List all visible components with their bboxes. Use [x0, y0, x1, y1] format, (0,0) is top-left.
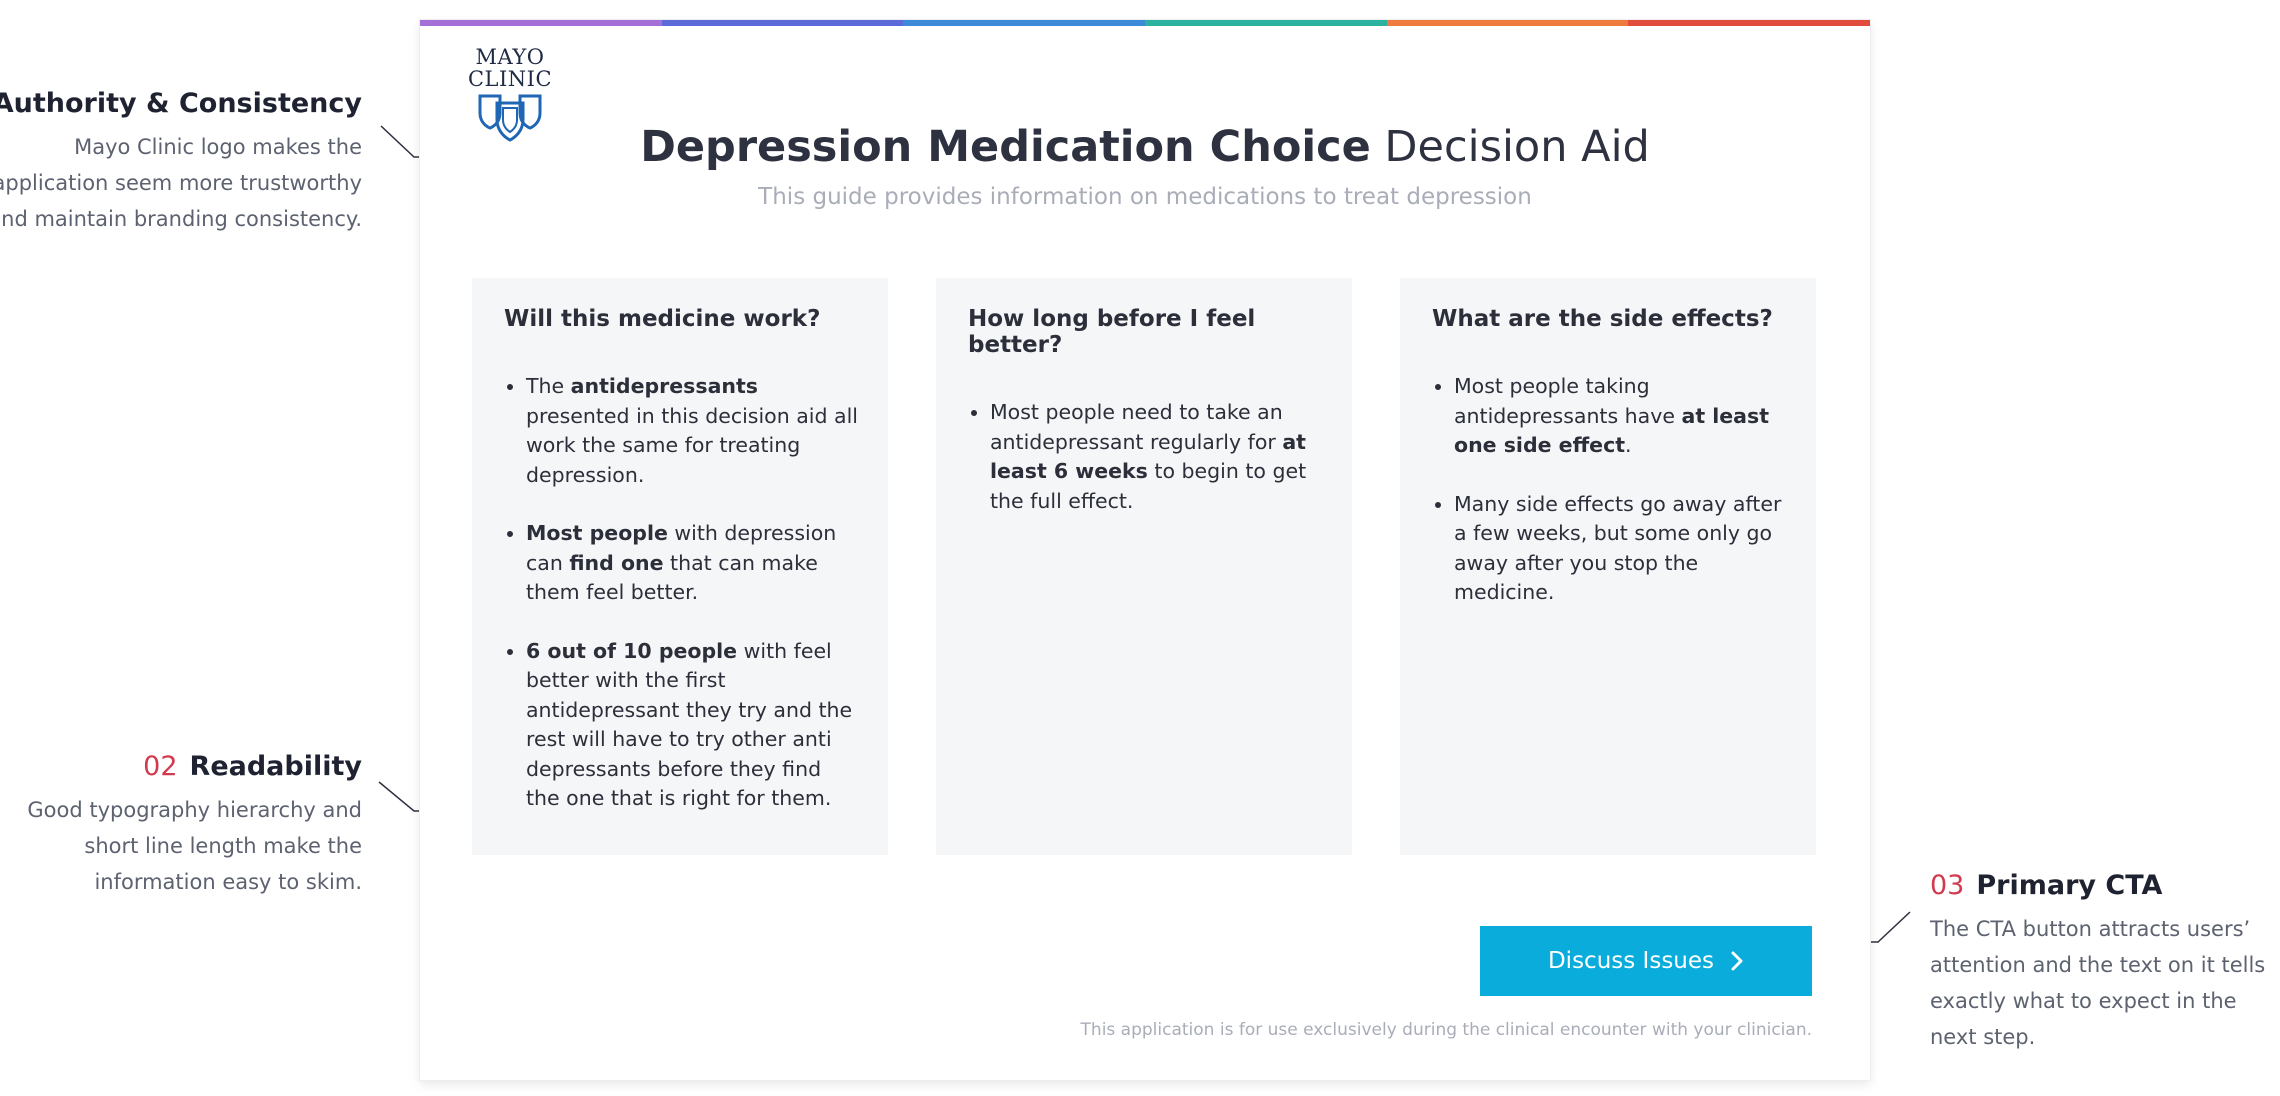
- panel-bullet: Many side effects go away after a few we…: [1454, 490, 1788, 608]
- info-panel-effectiveness: Will this medicine work? The antidepress…: [472, 278, 888, 855]
- annotation-title: 02 Readability: [0, 751, 362, 782]
- page-title: Depression Medication Choice Decision Ai…: [420, 122, 1870, 172]
- app-screen: MAYO CLINIC Depression Medication Choice…: [420, 20, 1871, 1080]
- panel-bullet: 6 out of 10 people with feel better with…: [526, 637, 860, 814]
- info-panel-timeline: How long before I feel better? Most peop…: [936, 278, 1352, 855]
- info-panel-side-effects: What are the side effects? Most people t…: [1400, 278, 1816, 855]
- page-subtitle: This guide provides information on medic…: [758, 184, 1532, 210]
- annotation-description: Good typography hierarchy and short line…: [27, 798, 362, 894]
- bullet-text: presented in this decision aid all work …: [526, 403, 858, 487]
- panel-bullet: Most people need to take an antidepressa…: [990, 398, 1324, 516]
- brand-color-segment: [903, 20, 1146, 26]
- panel-heading: What are the side effects?: [1432, 306, 1773, 332]
- logo-line-2: CLINIC: [467, 67, 553, 91]
- page-title-strong: Depression Medication Choice: [640, 122, 1371, 172]
- brand-color-segment: [1386, 20, 1629, 26]
- annotation-description: The CTA button attracts users’ attention…: [1930, 917, 2266, 1049]
- panel-bullet-list: Most people need to take an antidepressa…: [968, 398, 1324, 516]
- bullet-emphasis: antidepressants: [570, 374, 759, 398]
- bullet-text: Most people taking antidepressants have: [1454, 374, 1682, 428]
- panel-bullet: The antidepressants presented in this de…: [526, 372, 860, 490]
- discuss-issues-button[interactable]: Discuss Issues: [1480, 926, 1812, 996]
- bullet-emphasis: find one: [569, 550, 664, 575]
- annotation-number: 02: [143, 751, 178, 782]
- annotation-heading: Primary CTA: [1976, 870, 2163, 901]
- bullet-text: Most people need to take an antidepressa…: [990, 400, 1283, 454]
- disclaimer-footnote: This application is for use exclusively …: [1080, 1020, 1812, 1040]
- panel-heading: Will this medicine work?: [504, 306, 821, 332]
- brand-color-segment: [661, 20, 904, 26]
- panel-bullet-list: The antidepressants presented in this de…: [504, 372, 860, 814]
- annotation-title: 01Authority & Consistency: [0, 88, 362, 119]
- brand-color-segment: [420, 20, 662, 26]
- panel-bullet-list: Most people taking antidepressants have …: [1432, 372, 1788, 608]
- bullet-emphasis: 6 out of 10 people: [526, 638, 738, 663]
- annotation-description: Mayo Clinic logo makes the application s…: [0, 135, 362, 231]
- bullet-text: .: [1625, 433, 1632, 457]
- discuss-issues-label: Discuss Issues: [1547, 948, 1715, 974]
- panel-heading: How long before I feel better?: [968, 306, 1256, 358]
- panel-bullet: Most people with depression can find one…: [526, 519, 860, 608]
- annotation-heading: Readability: [189, 751, 362, 782]
- annotation-heading: Authority & Consistency: [0, 88, 362, 119]
- annotation-readability: 02 Readability Good typography hierarchy …: [0, 751, 362, 900]
- bullet-emphasis: Most people: [526, 521, 668, 545]
- annotation-primary-cta: 03 Primary CTA The CTA button attracts us…: [1930, 870, 2280, 1055]
- bullet-text: The: [526, 374, 571, 398]
- chevron-right-icon: [1731, 951, 1743, 971]
- logo-line-1: MAYO: [475, 45, 545, 69]
- brand-color-segment: [1145, 20, 1387, 26]
- brand-color-bar: [420, 20, 1871, 26]
- brand-color-segment: [1628, 20, 1871, 26]
- panel-bullet: Most people taking antidepressants have …: [1454, 372, 1788, 461]
- page-title-rest: Decision Aid: [1384, 122, 1650, 172]
- annotation-number: 03: [1930, 870, 1965, 901]
- bullet-text: with feel better with the first antidepr…: [526, 638, 853, 811]
- bullet-text: Many side effects go away after a few we…: [1454, 491, 1782, 605]
- annotation-authority: 01Authority & Consistency Mayo Clinic lo…: [0, 88, 362, 237]
- annotation-title: 03 Primary CTA: [1930, 870, 2280, 901]
